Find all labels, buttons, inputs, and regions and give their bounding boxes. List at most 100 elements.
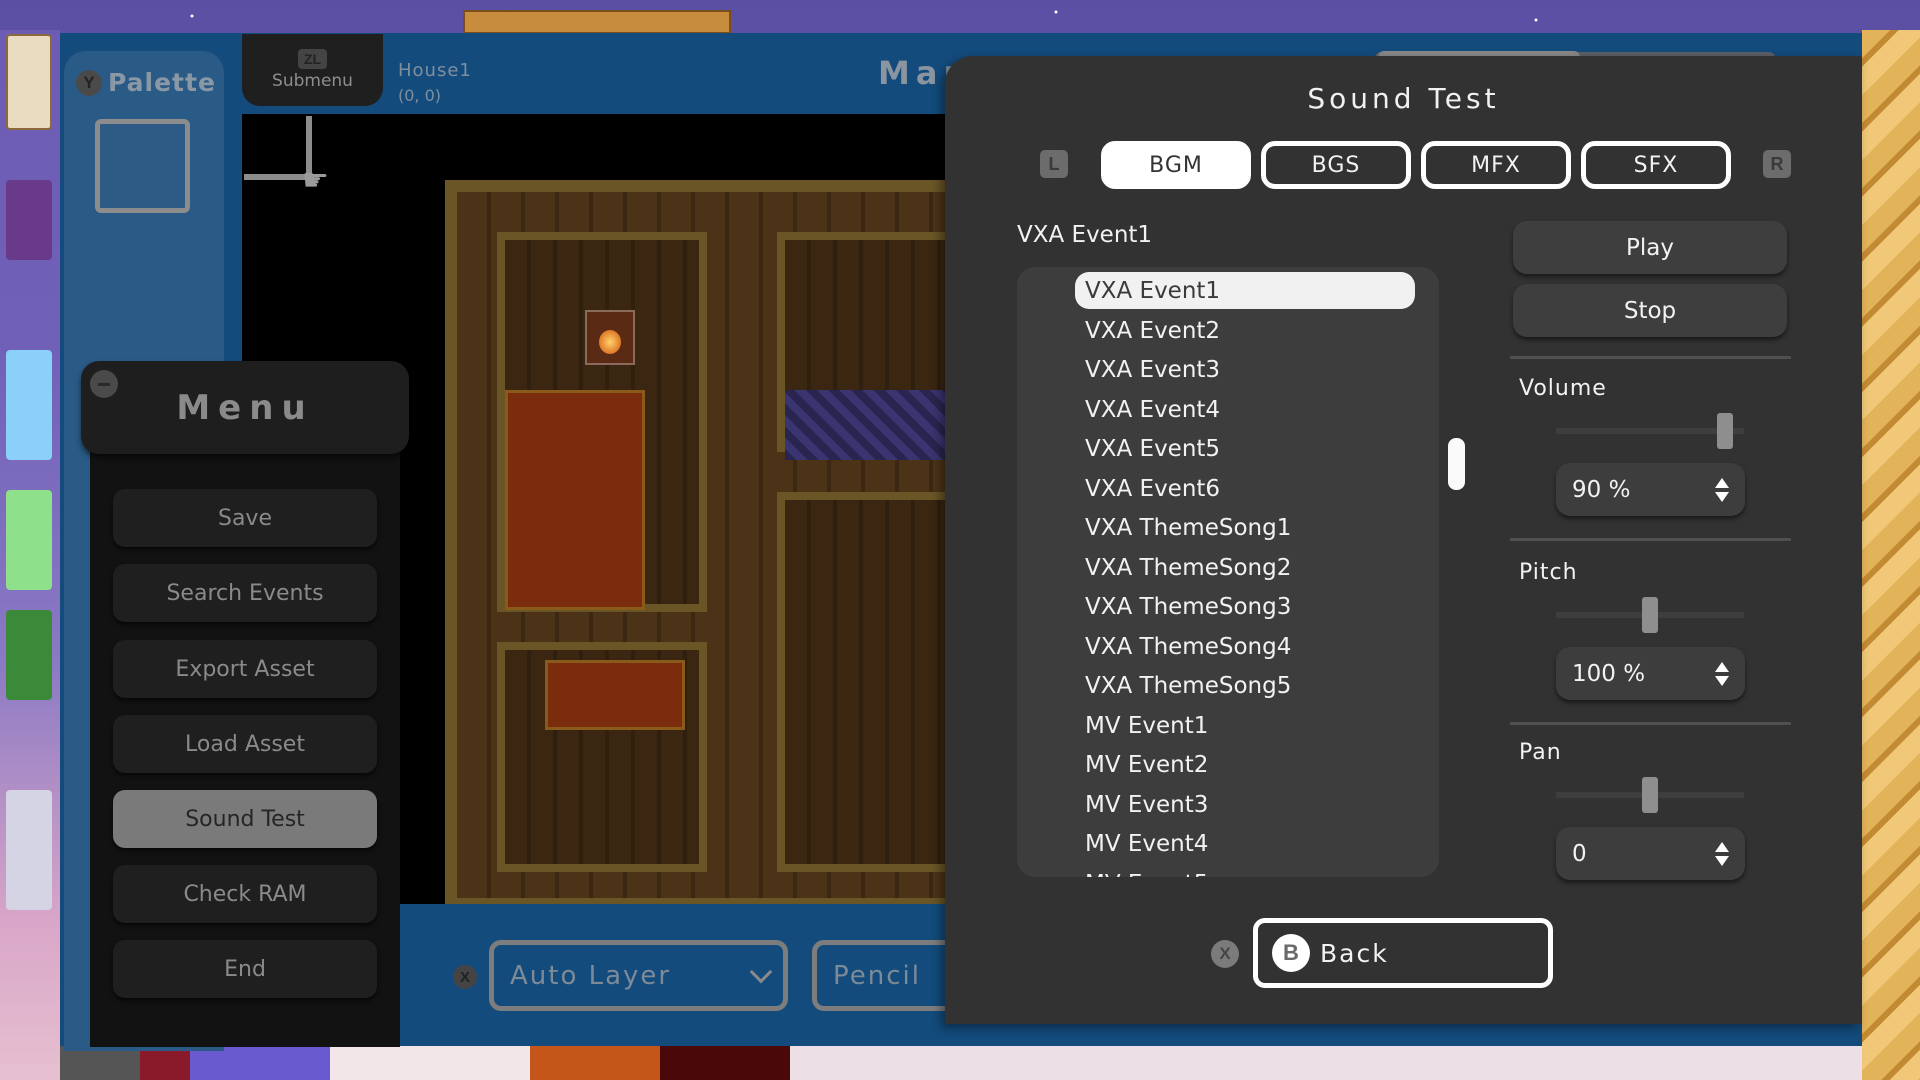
fire-icon: [599, 330, 621, 354]
plant-tile: [6, 490, 52, 590]
menu-item-label: Search Events: [166, 580, 324, 606]
submenu-button[interactable]: ZL Submenu: [242, 34, 383, 106]
track-item[interactable]: MV Event5: [1075, 865, 1415, 878]
crystal-tile-2: [6, 790, 52, 910]
skeleton-poster-tile: [6, 34, 52, 130]
track-item[interactable]: MV Event3: [1075, 786, 1415, 823]
pan-slider[interactable]: [1556, 777, 1744, 813]
submenu-label: Submenu: [272, 71, 353, 91]
l-button-icon[interactable]: L: [1040, 150, 1068, 178]
track-item[interactable]: VXA Event6: [1075, 470, 1415, 507]
x-button-icon: X: [453, 965, 477, 989]
stepper-arrows-icon[interactable]: [1715, 477, 1729, 502]
room-storage: [497, 642, 707, 872]
rug-2: [545, 660, 685, 730]
blue-carpet: [785, 390, 946, 460]
menu-item-end[interactable]: End: [113, 940, 377, 998]
draw-tool-value: Pencil: [833, 960, 921, 991]
menu-item-label: Export Asset: [175, 656, 315, 682]
tab-sfx[interactable]: SFX: [1581, 141, 1731, 189]
curtain-tile: [6, 180, 52, 260]
pitch-slider-thumb[interactable]: [1642, 597, 1658, 633]
menu-item-sound-test[interactable]: Sound Test: [113, 790, 377, 848]
tab-bgs[interactable]: BGS: [1261, 141, 1411, 189]
track-item[interactable]: VXA Event2: [1075, 312, 1415, 349]
pitch-stepper[interactable]: 100 %: [1556, 647, 1745, 700]
dialog-title: Sound Test: [1307, 82, 1500, 115]
track-list-scrollbar[interactable]: [1448, 438, 1465, 490]
track-item[interactable]: VXA Event1: [1075, 272, 1415, 309]
minus-button-icon[interactable]: [90, 370, 118, 398]
tileset-strip-left: [0, 30, 60, 1080]
tileset-strip-right: [1862, 30, 1920, 1080]
menu-item-label: Save: [217, 505, 272, 531]
rug: [505, 390, 645, 610]
layer-mode-dropdown[interactable]: Auto Layer: [489, 940, 788, 1011]
track-item[interactable]: MV Event2: [1075, 746, 1415, 783]
map-room: [445, 180, 946, 904]
tab-bgm[interactable]: BGM: [1101, 141, 1251, 189]
tab-mfx[interactable]: MFX: [1421, 141, 1571, 189]
track-item[interactable]: VXA ThemeSong2: [1075, 549, 1415, 586]
b-button-icon: B: [1272, 934, 1310, 972]
play-button[interactable]: Play: [1513, 221, 1787, 274]
palette-selected-tile[interactable]: [95, 119, 190, 213]
menu-item-load-asset[interactable]: Load Asset: [113, 715, 377, 773]
divider: [1510, 356, 1791, 359]
room-kitchen: [497, 232, 707, 612]
volume-value: 90 %: [1572, 476, 1631, 503]
track-item[interactable]: VXA ThemeSong4: [1075, 628, 1415, 665]
volume-label: Volume: [1519, 376, 1607, 401]
cursor-coordinates: (0, 0): [398, 86, 442, 105]
tileset-strip-bottom: [60, 1046, 1862, 1080]
pan-stepper[interactable]: 0: [1556, 827, 1745, 880]
volume-slider[interactable]: [1556, 413, 1744, 449]
back-button[interactable]: B Back: [1253, 918, 1553, 988]
chevron-down-icon: [749, 960, 773, 983]
menu-item-label: Load Asset: [185, 731, 305, 757]
current-track-label: VXA Event1: [1017, 222, 1153, 248]
track-item[interactable]: VXA Event3: [1075, 351, 1415, 388]
volume-slider-thumb[interactable]: [1717, 413, 1734, 449]
room-shop: [777, 232, 946, 460]
crystal-tile: [6, 350, 52, 460]
divider: [1510, 538, 1791, 541]
menu-item-check-ram[interactable]: Check RAM: [113, 865, 377, 923]
pitch-value: 100 %: [1572, 660, 1646, 687]
menu-title: Menu: [176, 387, 314, 428]
map-name: House1: [398, 60, 472, 81]
pointer-hand-icon: ☛: [302, 163, 329, 198]
menu-item-label: Check RAM: [183, 881, 307, 907]
track-item[interactable]: MV Event1: [1075, 707, 1415, 744]
x-button-icon: X: [1211, 940, 1239, 968]
palette-header[interactable]: Y Palette: [76, 68, 216, 97]
palette-label: Palette: [108, 68, 216, 97]
menu-item-save[interactable]: Save: [113, 489, 377, 547]
room-hall: [777, 492, 946, 872]
track-item[interactable]: VXA ThemeSong1: [1075, 509, 1415, 546]
pan-value: 0: [1572, 840, 1587, 867]
menu-item-label: Sound Test: [185, 806, 305, 832]
track-item[interactable]: MV Event4: [1075, 825, 1415, 862]
back-label: Back: [1320, 938, 1389, 968]
stepper-arrows-icon[interactable]: [1715, 841, 1729, 866]
stop-button[interactable]: Stop: [1513, 284, 1787, 337]
menu-item-export-asset[interactable]: Export Asset: [113, 640, 377, 698]
menu-item-search-events[interactable]: Search Events: [113, 564, 377, 622]
divider: [1510, 722, 1791, 725]
track-item[interactable]: VXA ThemeSong3: [1075, 588, 1415, 625]
fireplace: [585, 310, 635, 365]
track-item[interactable]: VXA ThemeSong5: [1075, 667, 1415, 704]
volume-stepper[interactable]: 90 %: [1556, 463, 1745, 516]
stepper-arrows-icon[interactable]: [1715, 661, 1729, 686]
menu-header: Menu: [81, 361, 409, 454]
track-list[interactable]: VXA Event1 VXA Event2 VXA Event3 VXA Eve…: [1017, 267, 1439, 877]
pitch-label: Pitch: [1519, 560, 1578, 585]
bush-tile: [6, 610, 52, 700]
track-item[interactable]: VXA Event4: [1075, 391, 1415, 428]
pitch-slider[interactable]: [1556, 597, 1744, 633]
track-item[interactable]: VXA Event5: [1075, 430, 1415, 467]
background-tile: [463, 10, 731, 34]
pan-slider-thumb[interactable]: [1642, 777, 1658, 813]
r-button-icon[interactable]: R: [1763, 150, 1791, 178]
